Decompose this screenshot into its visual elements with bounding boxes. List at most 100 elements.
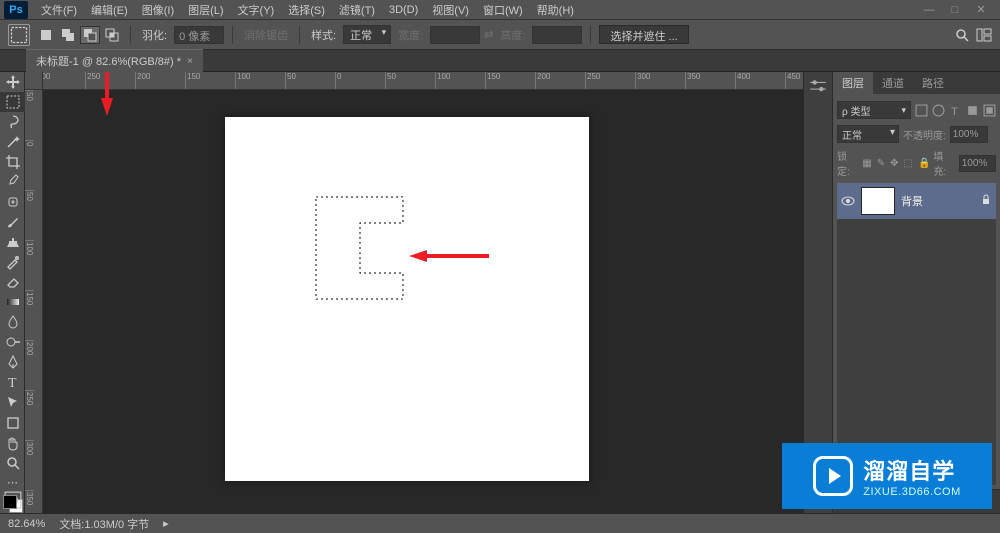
tab-paths[interactable]: 路径 [913,72,953,94]
window-controls: — □ ✕ [922,3,996,17]
minimize-icon[interactable]: — [922,3,936,17]
eraser-tool-icon[interactable] [0,272,25,292]
document-tab-title: 未标题-1 @ 82.6%(RGB/8#) * [36,53,181,69]
options-bar: 羽化: 0 像素 消除锯齿 样式: 正常 宽度: ⇄ 高度: 选择并遮住 ... [0,20,1000,50]
fill-input[interactable]: 100% [959,155,996,172]
canvas[interactable] [225,117,589,481]
ps-logo: Ps [4,1,28,19]
watermark-play-icon [813,456,853,496]
lock-transparency-icon[interactable]: ▦ [862,158,871,169]
hand-tool-icon[interactable] [0,433,25,453]
layer-thumbnail[interactable] [861,187,895,215]
menu-type[interactable]: 文字(Y) [231,0,282,20]
blend-mode-dropdown[interactable]: 正常 [837,125,899,143]
height-input [532,26,582,44]
magic-wand-tool-icon[interactable] [0,132,25,152]
path-select-tool-icon[interactable] [0,393,25,413]
swap-icon: ⇄ [484,28,493,41]
search-icon[interactable] [954,27,970,43]
toolbox: T ⋯ [0,72,25,513]
watermark-title: 溜溜自学 [863,454,960,486]
menu-file[interactable]: 文件(F) [34,0,84,20]
tab-channels[interactable]: 通道 [873,72,913,94]
filter-smart-icon[interactable] [983,104,996,117]
style-dropdown[interactable]: 正常 [343,25,391,44]
maximize-icon[interactable]: □ [948,3,962,17]
annotation-arrow-vertical [99,72,115,119]
pen-tool-icon[interactable] [0,352,25,372]
eyedropper-tool-icon[interactable] [0,172,25,192]
selection-new-icon[interactable] [36,26,56,44]
lasso-tool-icon[interactable] [0,112,25,132]
close-tab-icon[interactable]: × [187,56,193,67]
clone-stamp-tool-icon[interactable] [0,232,25,252]
menu-filter[interactable]: 滤镜(T) [332,0,382,20]
separator [299,26,300,44]
selection-subtract-icon[interactable] [80,26,100,44]
history-brush-tool-icon[interactable] [0,252,25,272]
watermark-overlay: 溜溜自学 ZIXUE.3D66.COM [782,443,992,509]
lock-position-icon[interactable]: ✥ [890,158,898,169]
lock-artboard-icon[interactable]: ⬚ [904,158,913,169]
blur-tool-icon[interactable] [0,312,25,332]
layer-row[interactable]: 背景 [837,183,996,219]
antialias-checkbox: 消除锯齿 [244,27,288,43]
tab-layers[interactable]: 图层 [833,72,873,94]
visibility-icon[interactable] [841,195,855,207]
refine-mask-button[interactable]: 选择并遮住 ... [599,25,688,44]
menu-window[interactable]: 窗口(W) [476,0,530,20]
ruler-horizontal[interactable]: 3002502001501005005010015020025030035040… [43,72,803,90]
filter-shape-icon[interactable] [966,104,979,117]
crop-tool-icon[interactable] [0,152,25,172]
menu-layer[interactable]: 图层(L) [181,0,230,20]
style-label: 样式: [311,27,336,43]
menu-edit[interactable]: 编辑(E) [84,0,135,20]
menu-help[interactable]: 帮助(H) [530,0,581,20]
marquee-tool-icon[interactable] [0,92,25,112]
dock-adjustments-icon[interactable] [808,78,828,96]
canvas-area[interactable]: 3002502001501005005010015020025030035040… [25,72,803,513]
document-tab-bar: 未标题-1 @ 82.6%(RGB/8#) * × [0,50,1000,72]
svg-text:T: T [951,105,958,116]
menu-view[interactable]: 视图(V) [425,0,476,20]
close-icon[interactable]: ✕ [974,3,988,17]
menubar: Ps 文件(F) 编辑(E) 图像(I) 图层(L) 文字(Y) 选择(S) 滤… [0,0,1000,20]
marquee-selection [315,196,415,306]
type-tool-icon[interactable]: T [0,372,25,392]
workspaces-icon[interactable] [976,27,992,43]
ruler-origin[interactable] [25,72,43,90]
selection-intersect-icon[interactable] [102,26,122,44]
lock-icon[interactable] [980,194,992,209]
menu-image[interactable]: 图像(I) [135,0,181,20]
lock-all-icon[interactable]: 🔒 [918,158,930,169]
lock-brush-icon[interactable]: ✎ [877,158,885,169]
status-menu-icon[interactable]: ▸ [163,517,169,530]
filter-text-icon[interactable]: T [949,104,962,117]
tool-preset-icon[interactable] [8,24,30,46]
filter-adjust-icon[interactable] [932,104,945,117]
layer-list: 背景 [837,183,996,485]
layer-filter-dropdown[interactable]: ρ 类型 [837,101,911,119]
zoom-level[interactable]: 82.64% [8,518,45,530]
menu-3d[interactable]: 3D(D) [382,2,425,18]
watermark-url: ZIXUE.3D66.COM [863,486,960,498]
edit-toolbar-icon[interactable]: ⋯ [0,473,25,493]
move-tool-icon[interactable] [0,72,25,92]
document-tab[interactable]: 未标题-1 @ 82.6%(RGB/8#) * × [26,49,203,72]
healing-brush-tool-icon[interactable] [0,192,25,212]
opacity-input[interactable]: 100% [950,126,988,143]
gradient-tool-icon[interactable] [0,292,25,312]
doc-info[interactable]: 文档:1.03M/0 字节 [59,516,149,532]
ruler-vertical[interactable]: 50050100150200250300350400 [25,90,43,513]
layer-name[interactable]: 背景 [901,193,974,209]
filter-image-icon[interactable] [915,104,928,117]
brush-tool-icon[interactable] [0,212,25,232]
dodge-tool-icon[interactable] [0,332,25,352]
foreground-color[interactable] [3,495,17,509]
menu-select[interactable]: 选择(S) [281,0,332,20]
shape-tool-icon[interactable] [0,413,25,433]
selection-add-icon[interactable] [58,26,78,44]
opacity-label: 不透明度: [903,127,946,142]
zoom-tool-icon[interactable] [0,453,25,473]
feather-input[interactable]: 0 像素 [174,26,224,44]
